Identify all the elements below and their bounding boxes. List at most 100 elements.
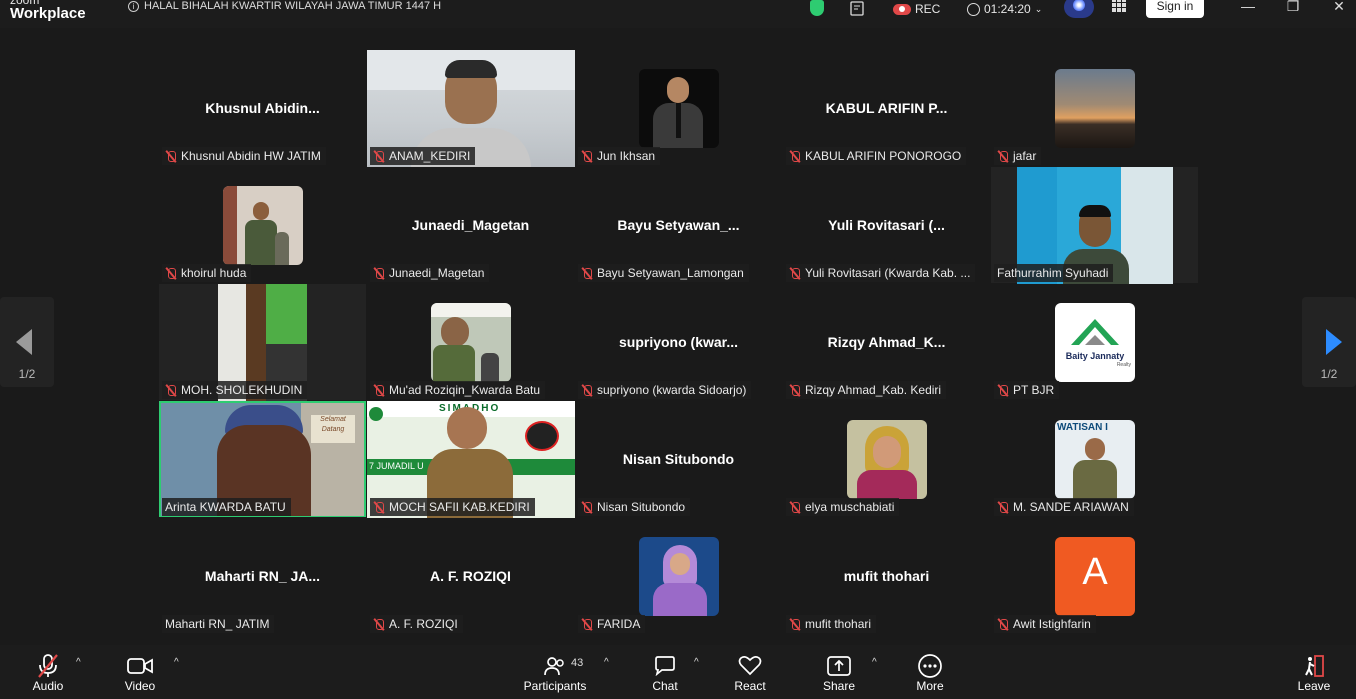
participant-label: Fathurrahim Syuhadi <box>994 264 1114 282</box>
mic-muted-icon <box>581 618 593 631</box>
mic-muted-icon <box>789 618 801 631</box>
video-button[interactable]: Video <box>120 653 160 693</box>
recording-indicator[interactable]: REC <box>893 0 940 18</box>
apps-grid-icon[interactable] <box>1112 0 1126 12</box>
participant-name: Maharti RN_ JATIM <box>165 617 270 631</box>
participants-options-chevron-icon[interactable]: ^ <box>604 657 609 668</box>
info-icon[interactable]: i <box>128 1 139 12</box>
participant-tile[interactable]: Khusnul Abidin... Khusnul Abidin HW JATI… <box>159 50 366 166</box>
participant-tile[interactable]: mufit thohari mufit thohari <box>783 518 990 634</box>
participant-tile[interactable]: Junaedi_Magetan Junaedi_Magetan <box>367 167 574 283</box>
banner-subtext: 7 JUMADIL U <box>369 461 424 471</box>
participant-name: Nisan Situbondo <box>597 500 686 514</box>
participant-tile[interactable]: Fathurrahim Syuhadi <box>991 167 1198 284</box>
participant-tile[interactable]: Mu'ad Roziqin_Kwarda Batu <box>367 284 574 400</box>
participant-tile[interactable]: supriyono (kwar... supriyono (kwarda Sid… <box>575 284 782 400</box>
participant-tile[interactable]: Jun Ikhsan <box>575 50 782 166</box>
participant-tile[interactable]: elya muschabiati <box>783 401 990 517</box>
meeting-title[interactable]: i HALAL BIHALAH KWARTIR WILAYAH JAWA TIMU… <box>128 0 441 12</box>
participant-avatar: Baity Jannaty Realty <box>1055 303 1135 382</box>
participant-tile[interactable]: Maharti RN_ JA... Maharti RN_ JATIM <box>159 518 366 634</box>
participant-avatar: A <box>1055 537 1135 616</box>
chat-button[interactable]: Chat <box>645 653 685 693</box>
next-page-button[interactable]: 1/2 <box>1302 297 1356 387</box>
avatar-initial: A <box>1082 551 1108 593</box>
mic-muted-icon <box>373 618 385 631</box>
mic-muted-icon <box>581 384 593 397</box>
more-label: More <box>916 679 944 693</box>
participant-label: mufit thohari <box>786 615 877 633</box>
previous-page-button[interactable]: 1/2 <box>0 297 54 387</box>
chat-options-chevron-icon[interactable]: ^ <box>694 657 699 668</box>
participant-tile[interactable]: A Awit Istighfarin <box>991 518 1198 634</box>
heart-icon <box>729 653 771 679</box>
share-button[interactable]: Share <box>819 653 859 693</box>
chevron-left-icon <box>14 327 34 362</box>
participant-name-large: Yuli Rovitasari (... <box>828 217 945 233</box>
meeting-title-text: HALAL BIHALAH KWARTIR WILAYAH JAWA TIMUR… <box>144 0 442 12</box>
mic-muted-icon <box>997 150 1009 163</box>
leave-label: Leave <box>1297 679 1331 693</box>
participant-name: mufit thohari <box>805 617 872 631</box>
participant-tile[interactable]: FARIDA <box>575 518 782 634</box>
encryption-shield-icon[interactable] <box>810 0 824 16</box>
participant-name: elya muschabiati <box>805 500 895 514</box>
participant-name: khoirul huda <box>181 266 247 280</box>
participant-tile[interactable]: jafar <box>991 50 1198 166</box>
participant-label: KABUL ARIFIN PONOROGO <box>786 147 967 165</box>
share-options-chevron-icon[interactable]: ^ <box>872 657 877 668</box>
participant-tile[interactable]: KABUL ARIFIN P... KABUL ARIFIN PONOROGO <box>783 50 990 166</box>
participant-tile[interactable]: Rizqy Ahmad_K... Rizqy Ahmad_Kab. Kediri <box>783 284 990 400</box>
participant-tile[interactable]: MOH. SHOLEKHUDIN <box>159 284 366 401</box>
timer-text: 01:24:20 <box>984 2 1031 16</box>
participant-tile-active-speaker[interactable]: Selamat Datang Arinta KWARDA BATU <box>159 401 366 517</box>
mic-muted-icon <box>28 653 68 679</box>
restore-icon[interactable]: ❐ <box>1286 0 1300 14</box>
participant-tile[interactable]: WATISAN I M. SANDE ARIAWAN <box>991 401 1198 517</box>
audio-label: Audio <box>32 679 64 693</box>
ai-companion-icon[interactable] <box>1064 0 1094 18</box>
participant-tile[interactable]: ANAM_KEDIRI <box>367 50 575 167</box>
mic-muted-icon <box>165 267 177 280</box>
participant-label: Awit Istighfarin <box>994 615 1096 633</box>
welcome-sign-text: Selamat Datang <box>311 415 355 443</box>
participant-label: khoirul huda <box>162 264 252 282</box>
participant-tile[interactable]: Bayu Setyawan_... Bayu Setyawan_Lamongan <box>575 167 782 283</box>
participant-name-large: Nisan Situbondo <box>622 451 735 467</box>
participant-tile[interactable]: Baity Jannaty Realty PT BJR <box>991 284 1198 400</box>
participant-label: Junaedi_Magetan <box>370 264 490 282</box>
participant-name: MOH. SHOLEKHUDIN <box>181 383 303 397</box>
participant-name-large: KABUL ARIFIN P... <box>825 100 948 116</box>
participant-label: Rizqy Ahmad_Kab. Kediri <box>786 381 947 399</box>
bjr-logo-text: Baity Jannaty <box>1065 351 1125 361</box>
video-options-chevron-icon[interactable]: ^ <box>174 657 179 668</box>
captions-icon[interactable] <box>850 0 866 18</box>
mic-muted-icon <box>165 150 177 163</box>
mic-muted-icon <box>373 501 385 514</box>
audio-button[interactable]: Audio <box>28 653 68 693</box>
participant-tile[interactable]: Yuli Rovitasari (... Yuli Rovitasari (Kw… <box>783 167 990 283</box>
more-button[interactable]: More <box>910 653 950 693</box>
close-icon[interactable]: ✕ <box>1332 0 1346 14</box>
minimize-icon[interactable]: — <box>1241 0 1255 14</box>
participant-tile[interactable]: khoirul huda <box>159 167 366 283</box>
rec-label: REC <box>915 2 941 16</box>
participant-tile[interactable]: SIMADHO 7 JUMADIL U MOCH SAFII KAB.KEDIR… <box>367 401 575 518</box>
participant-tile[interactable]: Nisan Situbondo Nisan Situbondo <box>575 401 782 517</box>
participant-name: Bayu Setyawan_Lamongan <box>597 266 744 280</box>
react-label: React <box>734 679 766 693</box>
participant-name: Junaedi_Magetan <box>389 266 485 280</box>
meeting-timer[interactable]: 01:24:20 ⌄ <box>967 0 1042 18</box>
video-camera-icon <box>120 653 160 679</box>
share-screen-icon <box>819 653 859 679</box>
mic-muted-icon <box>997 384 1009 397</box>
react-button[interactable]: React <box>729 653 771 693</box>
participant-tile[interactable]: A. F. ROZIQI A. F. ROZIQI <box>367 518 574 634</box>
mic-muted-icon <box>581 501 593 514</box>
participant-label: Arinta KWARDA BATU <box>162 498 291 516</box>
participant-name: Rizqy Ahmad_Kab. Kediri <box>805 383 942 397</box>
leave-button[interactable]: Leave <box>1294 653 1334 693</box>
participant-name-large: mufit thohari <box>843 568 930 584</box>
audio-options-chevron-icon[interactable]: ^ <box>76 657 81 668</box>
sign-in-button[interactable]: Sign in <box>1146 0 1204 18</box>
